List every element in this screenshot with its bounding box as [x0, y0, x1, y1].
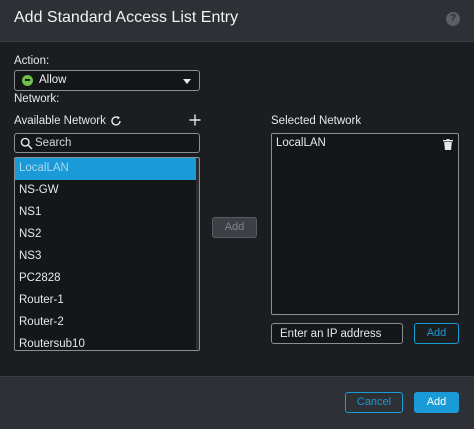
list-item[interactable]: Routersub10: [15, 334, 199, 350]
trash-icon[interactable]: [443, 139, 453, 150]
list-item[interactable]: NS3: [15, 246, 199, 268]
add-button[interactable]: Add: [414, 392, 459, 413]
add-standard-access-list-entry-dialog: Add Standard Access List Entry ? Action:…: [0, 0, 474, 429]
network-label: Network:: [14, 93, 60, 105]
ip-address-input[interactable]: [271, 323, 403, 344]
dialog-header: Add Standard Access List Entry ?: [0, 0, 474, 42]
plus-icon[interactable]: [189, 114, 201, 126]
action-label: Action:: [14, 55, 50, 67]
list-item[interactable]: NS2: [15, 224, 199, 246]
add-ip-button[interactable]: Add: [414, 323, 459, 344]
list-item[interactable]: PC2828: [15, 268, 199, 290]
action-select[interactable]: Allow: [14, 70, 200, 91]
question-circle-icon[interactable]: ?: [446, 12, 460, 26]
dialog-title: Add Standard Access List Entry: [14, 9, 239, 26]
list-item[interactable]: Router-1: [15, 290, 199, 312]
list-scrollbar[interactable]: [196, 158, 199, 350]
list-item[interactable]: Router-2: [15, 312, 199, 334]
chevron-down-icon: [183, 79, 191, 84]
search-box: [14, 133, 200, 153]
action-select-value: Allow: [39, 74, 67, 86]
available-network-list[interactable]: LocalLAN NS-GW NS1 NS2 NS3 PC2828 Router…: [14, 157, 200, 351]
search-input[interactable]: [35, 134, 195, 152]
dialog-footer: Cancel Add: [0, 376, 474, 429]
selected-network-label: Selected Network: [271, 115, 362, 127]
list-item[interactable]: NS-GW: [15, 180, 199, 202]
cancel-button[interactable]: Cancel: [345, 392, 403, 413]
list-item-selected[interactable]: LocalLAN: [15, 158, 199, 180]
selected-network-list: LocalLAN: [271, 133, 459, 315]
list-item[interactable]: NS1: [15, 202, 199, 224]
refresh-icon[interactable]: [110, 115, 122, 127]
selected-list-item: LocalLAN: [276, 137, 326, 149]
available-network-label: Available Network: [14, 115, 106, 127]
search-icon: [20, 137, 33, 150]
allow-status-icon: [22, 75, 33, 86]
add-to-selected-button[interactable]: Add: [212, 217, 257, 238]
